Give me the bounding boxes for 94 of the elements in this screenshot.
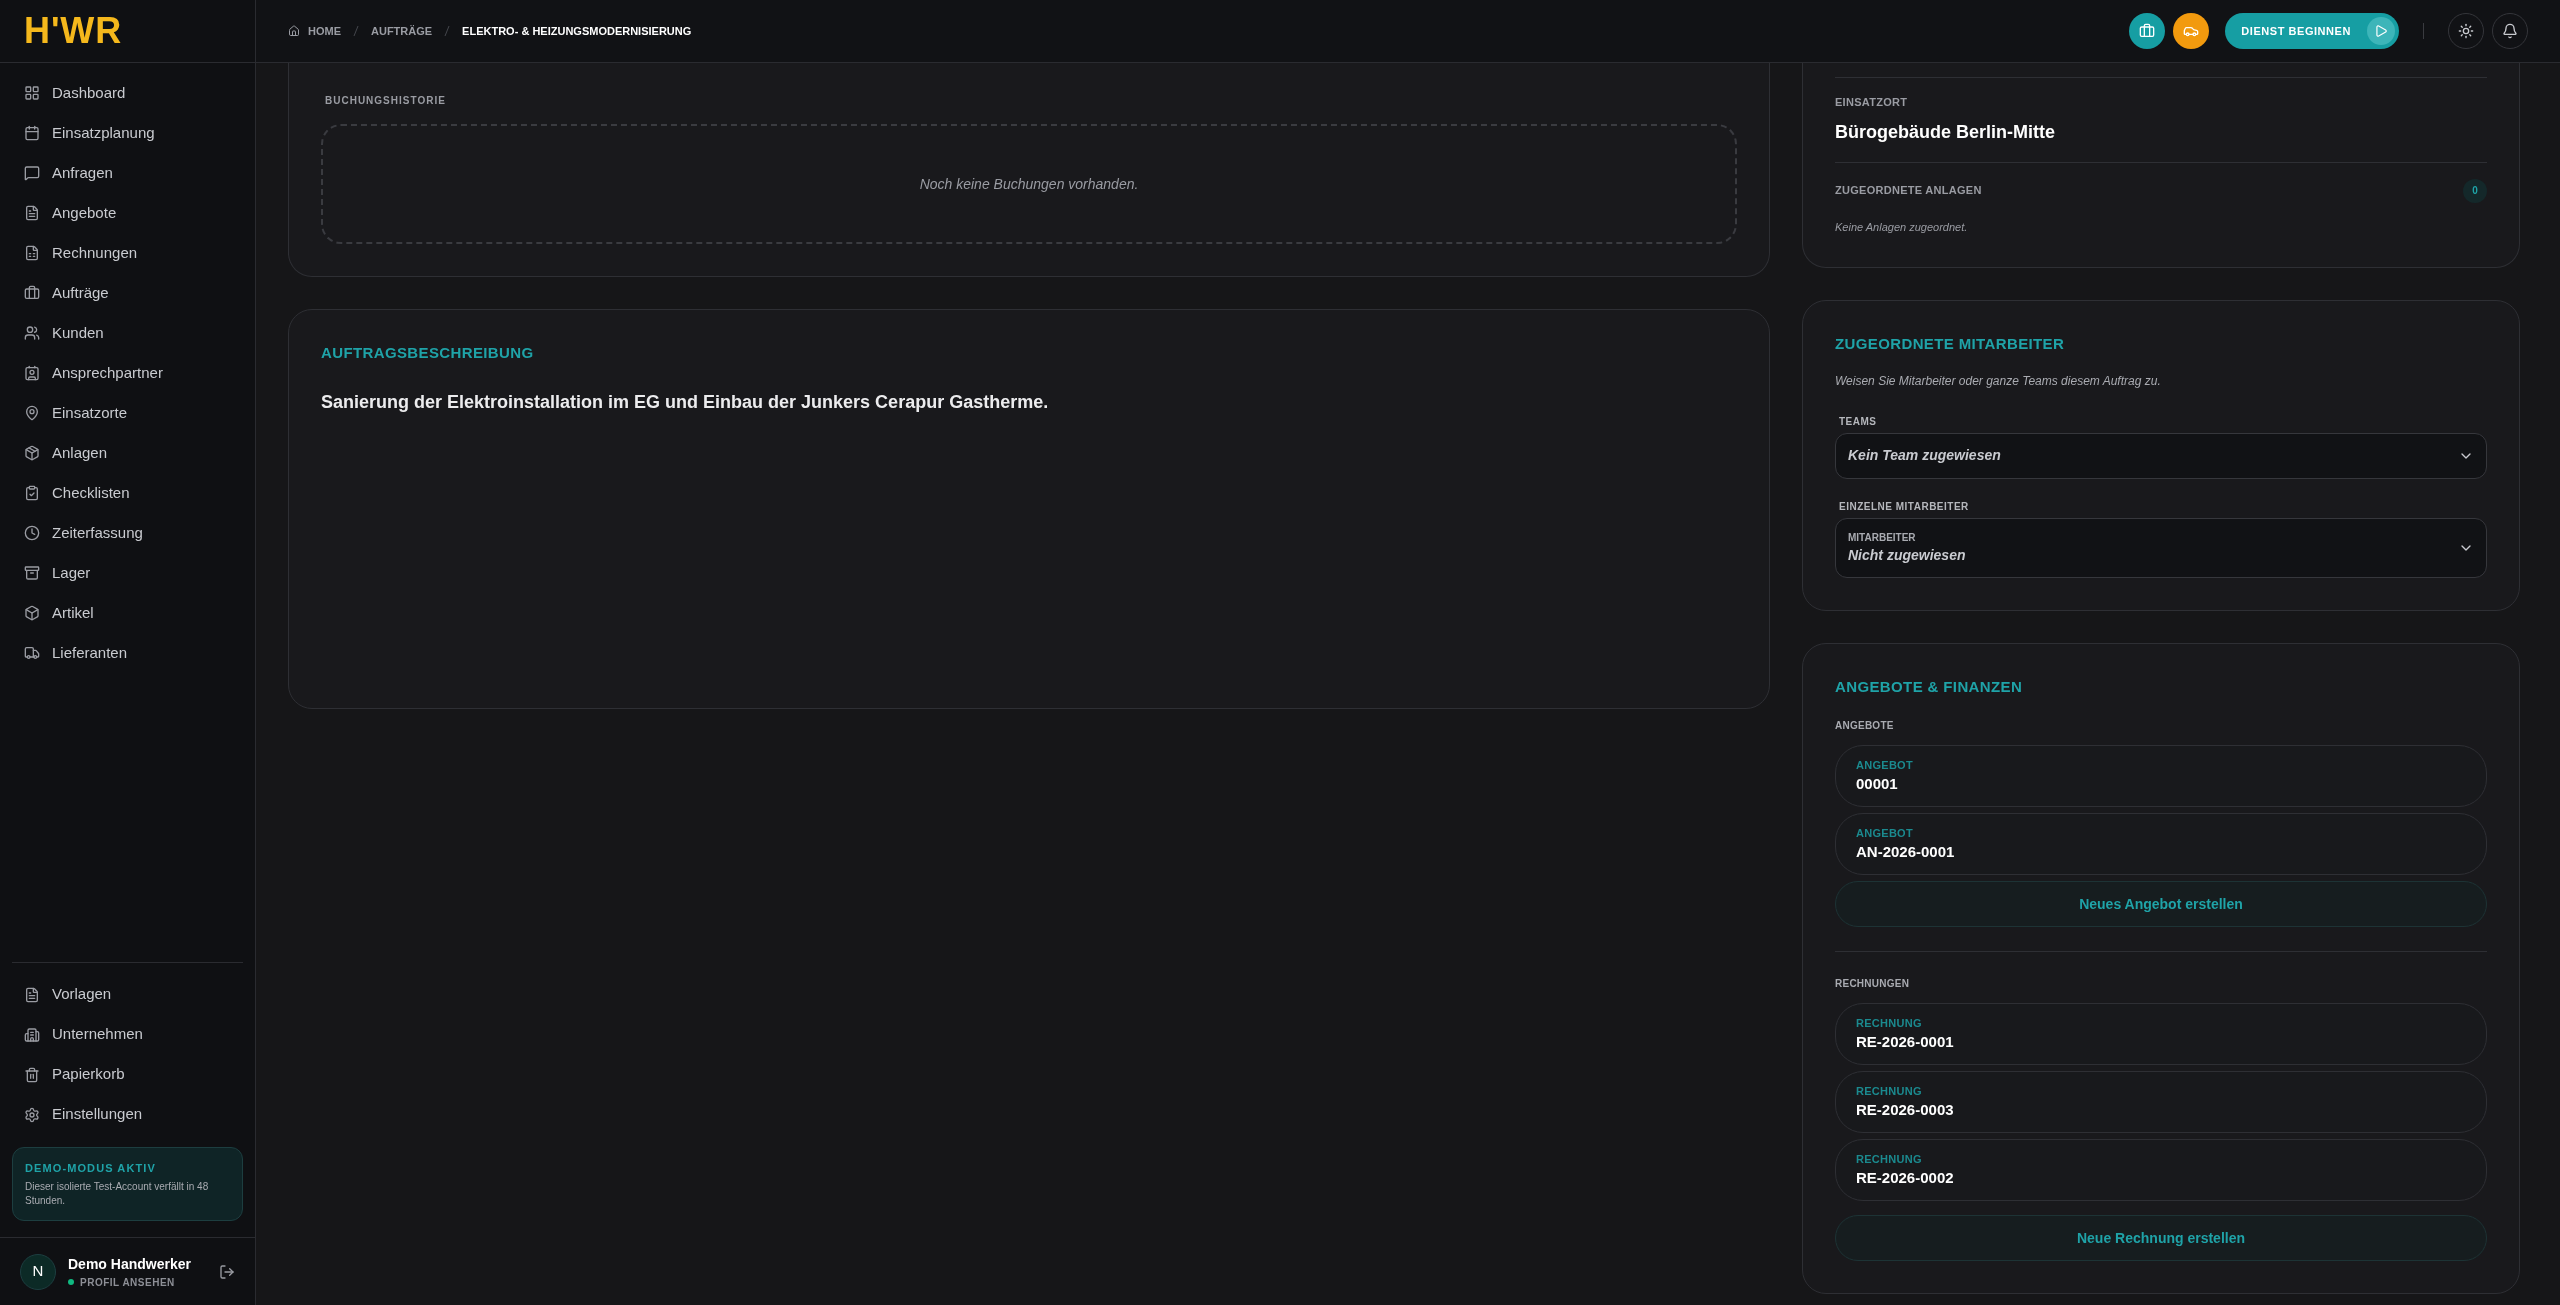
sidebar-item[interactable]: Angebote <box>0 193 255 233</box>
logout-icon[interactable] <box>219 1263 235 1280</box>
document-link[interactable]: RECHNUNG RE-2026-0002 <box>1835 1139 2487 1201</box>
breadcrumb-link[interactable]: AUFTRÄGE <box>371 22 433 40</box>
profile-link[interactable]: PROFIL ANSEHEN <box>80 1274 175 1290</box>
sidebar-item[interactable]: Checklisten <box>0 473 255 513</box>
document-link[interactable]: ANGEBOT AN-2026-0001 <box>1835 813 2487 875</box>
sidebar-item[interactable]: Aufträge <box>0 273 255 313</box>
document-number: RE-2026-0003 <box>1856 1100 1955 1120</box>
sidebar-item-icon <box>24 986 40 1003</box>
sidebar-item[interactable]: Lieferanten <box>0 633 255 673</box>
sidebar-item[interactable]: Anlagen <box>0 433 255 473</box>
sidebar-item[interactable]: Einsatzplanung <box>0 113 255 153</box>
sidebar-item-icon <box>24 85 40 101</box>
new-offer-button[interactable]: Neues Angebot erstellen <box>1835 881 2487 927</box>
sidebar-item-icon <box>24 325 40 341</box>
field-label: EINZELNE MITARBEITER <box>1838 499 1970 514</box>
sidebar-item-icon <box>24 405 40 421</box>
section-label: BUCHUNGSHISTORIE <box>324 94 447 108</box>
sidebar-item[interactable]: Vorlagen <box>0 974 255 1015</box>
sidebar-item-icon <box>24 165 40 181</box>
sidebar-item[interactable]: Einstellungen <box>0 1094 255 1135</box>
select-value: Nicht zugewiesen <box>1848 545 1966 565</box>
home-icon <box>288 25 300 37</box>
sidebar-item-icon <box>24 1066 40 1083</box>
sidebar-item-icon <box>24 365 40 381</box>
location-name: Bürogebäude Berlin-Mitte <box>1835 120 2056 144</box>
document-number: 00001 <box>1856 774 1899 794</box>
car-button[interactable] <box>2173 13 2210 49</box>
sidebar-item-icon <box>24 1026 40 1043</box>
document-link[interactable]: RECHNUNG RE-2026-0001 <box>1835 1003 2487 1065</box>
briefcase-button[interactable] <box>2129 13 2166 49</box>
sidebar-item-icon <box>24 525 40 541</box>
field-label: EINSATZORT <box>1835 95 1909 110</box>
card-title: ZUGEORDNETE MITARBEITER <box>1835 334 2066 354</box>
demo-notice-title: DEMO-MODUS AKTIV <box>25 1160 157 1176</box>
sidebar-item[interactable]: Einsatzorte <box>0 393 255 433</box>
section-label: RECHNUNGEN <box>1835 977 1911 991</box>
sidebar-item-icon <box>24 245 40 261</box>
document-link[interactable]: ANGEBOT 00001 <box>1835 745 2487 807</box>
hint-text: Weisen Sie Mitarbeiter oder ganze Teams diesem Auftrag zu. <box>1835 372 2162 390</box>
document-type: ANGEBOT <box>1856 757 1914 773</box>
section-label: ANGEBOTE <box>1835 719 1895 733</box>
card-title: ANGEBOTE & FINANZEN <box>1835 676 2024 697</box>
sidebar-item-icon <box>24 445 40 461</box>
select-label: MITARBEITER <box>1848 530 1916 545</box>
field-label: TEAMS <box>1838 414 1878 429</box>
sidebar-item[interactable]: Papierkorb <box>0 1054 255 1095</box>
sidebar-item-icon <box>24 125 40 141</box>
sidebar-item-icon <box>24 205 40 221</box>
description-text: Sanierung der Elektroinstallation im EG und Einbau der Junkers Cerapur Gastherme. <box>321 390 1050 414</box>
sidebar-item-icon <box>24 605 40 621</box>
sidebar-item-icon <box>24 565 40 581</box>
sidebar-item-icon <box>24 485 40 501</box>
bell-icon <box>2502 23 2518 39</box>
sidebar-item-icon <box>24 285 40 301</box>
document-link[interactable]: RECHNUNG RE-2026-0003 <box>1835 1071 2487 1133</box>
new-invoice-button[interactable]: Neue Rechnung erstellen <box>1835 1215 2487 1261</box>
user-name: Demo Handwerker <box>68 1254 191 1274</box>
breadcrumb-link[interactable]: ELEKTRO- & HEIZUNGSMODERNISIERUNG <box>462 22 692 40</box>
sidebar-item-icon <box>24 1106 40 1123</box>
document-type: RECHNUNG <box>1856 1083 1923 1099</box>
document-number: RE-2026-0002 <box>1856 1168 1955 1188</box>
demo-notice-text: Dieser isolierte Test-Account verfällt in 48 Stunden. <box>25 1180 210 1208</box>
card-title: AUFTRAGSBESCHREIBUNG <box>321 343 535 363</box>
document-number: AN-2026-0001 <box>1856 842 1956 862</box>
separator-icon <box>353 25 359 37</box>
document-type: ANGEBOT <box>1856 825 1914 841</box>
sidebar-item[interactable]: Rechnungen <box>0 233 255 273</box>
sidebar-item[interactable]: Unternehmen <box>0 1014 255 1055</box>
teams-select[interactable]: Kein Team zugewiesen <box>1835 432 2487 479</box>
sidebar-item[interactable]: Artikel <box>0 593 255 633</box>
briefcase-icon <box>2139 23 2156 39</box>
empty-text: Keine Anlagen zugeordnet. <box>1835 219 1969 235</box>
field-label: ZUGEORDNETE ANLAGEN <box>1835 183 1982 199</box>
sun-icon <box>2458 23 2474 39</box>
sidebar-item[interactable]: Ansprechpartner <box>0 353 255 393</box>
sidebar-item[interactable]: Lager <box>0 553 255 593</box>
empty-state: Noch keine Buchungen vorhanden. <box>321 124 1737 244</box>
logo[interactable]: H'WR <box>24 13 123 49</box>
sidebar-item[interactable]: Zeiterfassung <box>0 513 255 553</box>
play-icon <box>2367 17 2395 45</box>
sidebar-item[interactable]: Dashboard <box>0 73 255 113</box>
avatar[interactable]: N <box>20 1253 56 1290</box>
count-badge: 0 <box>2463 178 2487 203</box>
breadcrumb-link[interactable]: HOME <box>308 22 341 40</box>
sidebar-item[interactable]: Kunden <box>0 313 255 353</box>
sidebar-item-icon <box>24 645 40 661</box>
document-number: RE-2026-0001 <box>1856 1032 1955 1052</box>
staff-select[interactable]: MITARBEITER Nicht zugewiesen <box>1835 517 2487 578</box>
document-type: RECHNUNG <box>1856 1151 1923 1167</box>
sidebar-item[interactable]: Anfragen <box>0 153 255 193</box>
separator-icon <box>444 25 451 37</box>
document-type: RECHNUNG <box>1856 1015 1923 1031</box>
